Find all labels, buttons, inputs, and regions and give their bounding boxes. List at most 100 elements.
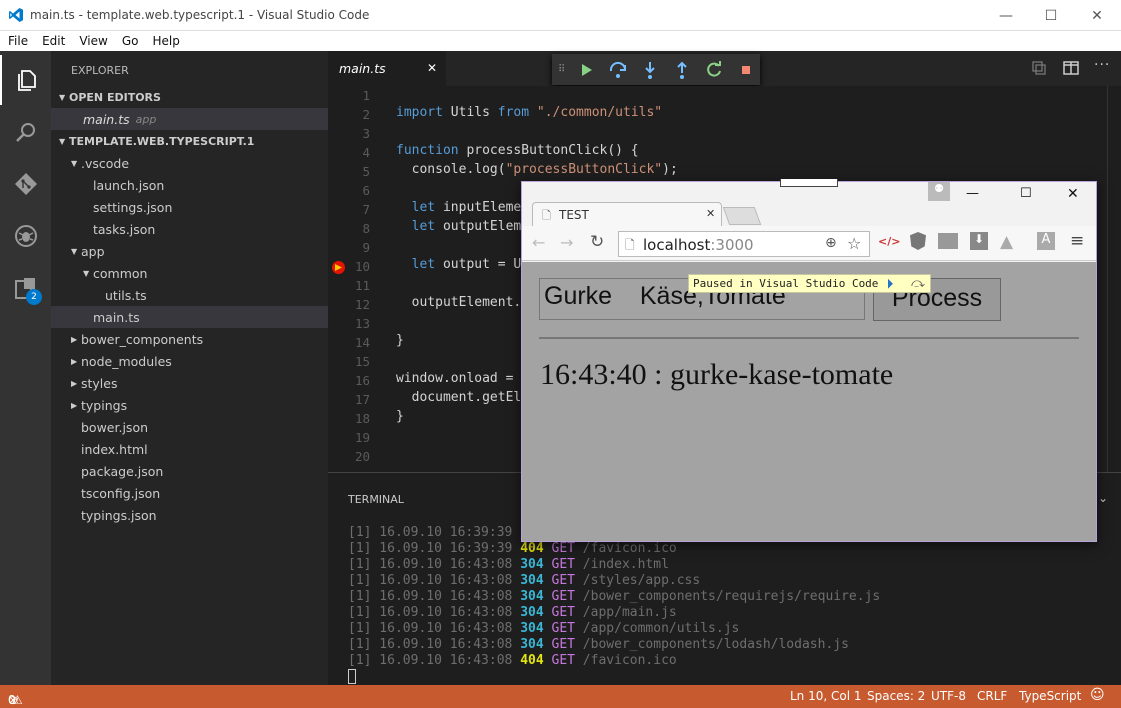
terminal-line: [1] 16.09.10 16:43:08 304 GET /app/commo…: [348, 621, 739, 636]
step-into-icon[interactable]: [639, 59, 661, 81]
terminal-path: /styles/app.css: [574, 573, 701, 588]
open-editors-section[interactable]: ▼ OPEN EDITORS: [51, 86, 328, 108]
explorer-sidebar: EXPLORER ▼ OPEN EDITORS main.ts app ▼ TE…: [51, 51, 328, 685]
menu-file[interactable]: File: [8, 34, 28, 48]
menu-go[interactable]: Go: [122, 34, 139, 48]
menu-view[interactable]: View: [79, 34, 107, 48]
step-over-icon[interactable]: [607, 59, 629, 81]
step-over-icon[interactable]: ⤼: [911, 276, 925, 291]
browser-maximize-button[interactable]: ☐: [1020, 186, 1032, 201]
browser-minimize-button[interactable]: —: [966, 186, 979, 201]
tree-item[interactable]: main.ts: [51, 306, 328, 328]
extensions-icon[interactable]: 2: [0, 263, 51, 313]
tree-item[interactable]: ▼ common: [51, 262, 328, 284]
profile-icon[interactable]: ⚉: [928, 182, 950, 201]
git-icon[interactable]: [0, 159, 51, 209]
tree-item-label: typings: [81, 397, 128, 413]
tab-main-ts[interactable]: main.ts ✕: [328, 51, 446, 86]
tree-item-label: typings.json: [81, 507, 157, 523]
reload-icon[interactable]: ↻: [590, 232, 604, 252]
continue-icon[interactable]: [575, 59, 597, 81]
tree-item[interactable]: utils.ts: [51, 284, 328, 306]
resume-icon[interactable]: ⏵: [887, 277, 893, 292]
tree-item[interactable]: package.json: [51, 460, 328, 482]
cursor-position[interactable]: Ln 10, Col 1: [790, 689, 862, 703]
qr-extension-icon[interactable]: [938, 233, 958, 249]
chrome-menu-icon[interactable]: ≡: [1070, 231, 1084, 251]
indentation[interactable]: Spaces: 2: [867, 689, 925, 703]
tab-close-icon[interactable]: ✕: [427, 61, 437, 75]
step-out-icon[interactable]: [671, 59, 693, 81]
close-button[interactable]: ✕: [1074, 0, 1120, 31]
split-editor-icon[interactable]: [1063, 60, 1079, 79]
debug-toolbar: ⠿: [552, 54, 760, 85]
new-tab-button[interactable]: [722, 207, 762, 225]
terminal-prefix: [1] 16.09.10 16:43:08: [348, 637, 521, 652]
address-bar[interactable]: 🗋 localhost:3000 ⊕ ☆: [618, 231, 870, 257]
terminal-method: GET: [543, 573, 575, 588]
explorer-icon[interactable]: [0, 55, 51, 105]
line-ending[interactable]: CRLF: [977, 689, 1007, 703]
line-number: 14: [354, 335, 370, 350]
breakpoint-icon[interactable]: [332, 261, 345, 274]
tree-item[interactable]: ▼ .vscode: [51, 152, 328, 174]
tree-item[interactable]: launch.json: [51, 174, 328, 196]
tree-item[interactable]: ▶ node_modules: [51, 350, 328, 372]
feedback-smiley-icon[interactable]: ☺: [1090, 687, 1105, 703]
drive-extension-icon[interactable]: ▲: [1000, 232, 1013, 252]
tree-item[interactable]: ▶ typings: [51, 394, 328, 416]
zoom-icon[interactable]: ⊕: [825, 235, 837, 251]
restart-icon[interactable]: [703, 59, 725, 81]
tree-item[interactable]: tasks.json: [51, 218, 328, 240]
tree-item[interactable]: ▶ bower_components: [51, 328, 328, 350]
back-icon[interactable]: ←: [532, 233, 545, 252]
tree-item[interactable]: ▶ styles: [51, 372, 328, 394]
maximize-button[interactable]: ☐: [1028, 0, 1074, 31]
project-section[interactable]: ▼ TEMPLATE.WEB.TYPESCRIPT.1: [51, 130, 328, 152]
tree-item[interactable]: bower.json: [51, 416, 328, 438]
browser-close-button[interactable]: ✕: [1067, 186, 1079, 202]
more-actions-icon[interactable]: ···: [1094, 57, 1110, 73]
download-extension-icon[interactable]: ⬇: [970, 232, 988, 250]
menu-help[interactable]: Help: [152, 34, 179, 48]
browser-tab[interactable]: 🗋 TEST ✕: [532, 202, 722, 226]
search-icon[interactable]: [0, 107, 51, 157]
minimize-button[interactable]: —: [983, 0, 1029, 31]
menu-edit[interactable]: Edit: [42, 34, 65, 48]
tree-item[interactable]: ▼ app: [51, 240, 328, 262]
language-mode[interactable]: TypeScript: [1019, 689, 1081, 703]
chevron-down-icon[interactable]: ⌄: [1098, 491, 1108, 505]
forward-icon[interactable]: →: [560, 233, 573, 252]
encoding[interactable]: UTF-8: [931, 689, 966, 703]
drag-handle-icon[interactable]: ⠿: [558, 64, 565, 75]
line-number: 4: [362, 145, 370, 160]
terminal-code: 304: [520, 637, 544, 652]
terminal-path: /bower_components/requirejs/require.js: [574, 589, 881, 604]
tree-item[interactable]: index.html: [51, 438, 328, 460]
terminal-prefix: [1] 16.09.10 16:43:08: [348, 621, 521, 636]
terminal-line: [1] 16.09.10 16:43:08 304 GET /bower_com…: [348, 637, 849, 652]
stop-icon[interactable]: [735, 59, 757, 81]
open-editor-item[interactable]: main.ts app: [51, 108, 328, 130]
tree-item[interactable]: tsconfig.json: [51, 482, 328, 504]
line-number: 18: [354, 411, 370, 426]
tab-label: main.ts: [339, 61, 386, 76]
browser-tab-close-icon[interactable]: ✕: [706, 207, 715, 220]
tree-item[interactable]: settings.json: [51, 196, 328, 218]
extension-dev-icon[interactable]: </>: [878, 235, 900, 248]
code-line-17: document.getEle: [396, 390, 530, 405]
terminal-method: GET: [543, 605, 575, 620]
open-changes-icon[interactable]: [1031, 60, 1047, 79]
bookmark-star-icon[interactable]: ☆: [847, 234, 861, 253]
chevron-right-icon: ▶: [71, 334, 78, 344]
tree-item-label: app: [81, 243, 105, 259]
tree-item-label: bower_components: [81, 331, 204, 347]
line-number: 8: [362, 221, 370, 236]
tree-item[interactable]: typings.json: [51, 504, 328, 526]
line-number: 17: [354, 392, 370, 407]
angular-extension-icon[interactable]: [910, 232, 926, 250]
debug-icon[interactable]: [0, 211, 51, 261]
terminal-prefix: [1] 16.09.10 16:43:08: [348, 653, 521, 668]
font-extension-icon[interactable]: A: [1037, 232, 1055, 250]
editor-scrollbar[interactable]: [1107, 86, 1121, 472]
